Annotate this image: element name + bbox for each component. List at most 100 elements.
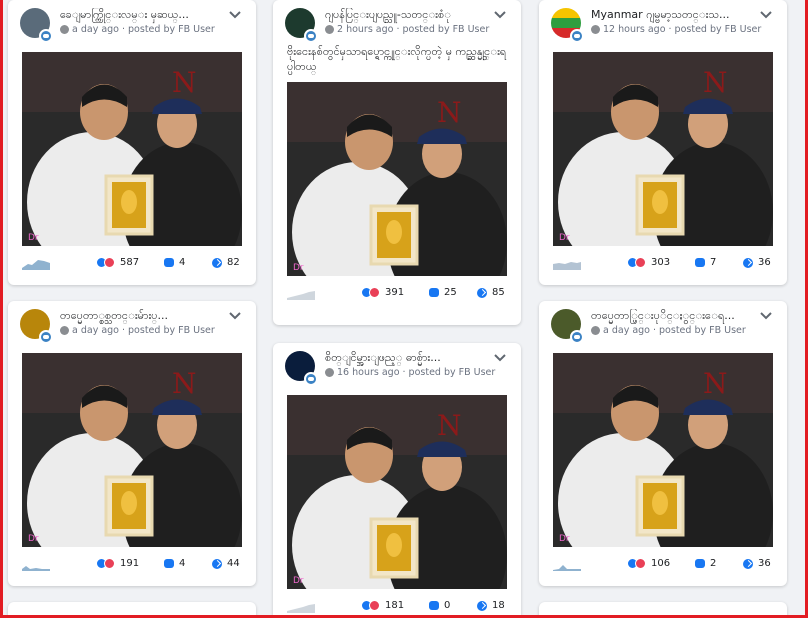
post-time[interactable]: a day ago xyxy=(603,325,650,336)
post-time[interactable]: 2 hours ago xyxy=(337,24,393,35)
shares-count[interactable]: 85 xyxy=(477,287,505,298)
comments-count[interactable]: 4 xyxy=(164,257,185,268)
page-name[interactable]: တပ္မေတာ္ပြင္းပုိင္ႏွင္းေရ... xyxy=(591,309,741,325)
reactions-count[interactable]: 587 xyxy=(96,257,139,268)
globe-icon xyxy=(60,326,69,335)
sparkline xyxy=(287,291,315,300)
comments-count[interactable]: 7 xyxy=(695,257,716,268)
love-icon xyxy=(104,257,115,268)
reactions-count[interactable]: 391 xyxy=(361,287,404,298)
sparkline xyxy=(553,565,581,571)
page-name[interactable]: တပ္မေတာ္စစ္သတင္းမ်ားပ္... xyxy=(60,309,210,325)
share-icon xyxy=(743,257,753,268)
post-image[interactable]: N Dr xyxy=(287,82,507,276)
group-badge-icon xyxy=(304,29,318,43)
post-footer: 191 4 44 xyxy=(8,547,256,581)
chevron-down-icon[interactable] xyxy=(759,10,773,20)
share-icon xyxy=(212,257,222,268)
page-name[interactable]: စိတ္ျငိမ္အားျဖည့္ ဓာစ္မ်ား... xyxy=(325,351,475,367)
shares-count[interactable]: 36 xyxy=(743,257,771,268)
reactions-count[interactable]: 181 xyxy=(361,600,404,611)
chevron-down-icon[interactable] xyxy=(493,353,507,363)
watermark: Dr xyxy=(293,263,304,273)
globe-icon xyxy=(591,326,600,335)
shares-count[interactable]: 18 xyxy=(477,600,505,611)
post-card[interactable]: ခေျမာက္ကြိုင္းလမ္း မှဆယ္... a day ago · … xyxy=(8,0,256,285)
comment-icon xyxy=(429,601,439,610)
watermark: Dr xyxy=(559,233,570,243)
love-icon xyxy=(369,287,380,298)
shares-count[interactable]: 44 xyxy=(212,558,240,569)
post-image[interactable]: N Dr xyxy=(22,52,242,246)
watermark: Dr xyxy=(559,534,570,544)
post-footer: 587 4 82 xyxy=(8,246,256,280)
comments-count[interactable]: 25 xyxy=(429,287,457,298)
post-card[interactable]: တပ္မေတာ္ပြင္းပုိင္ႏွင္းေရ... a day ago ·… xyxy=(539,301,787,586)
post-card[interactable] xyxy=(539,602,787,618)
post-header: ခေျမာက္ကြိုင္းလမ္း မှဆယ္... a day ago · … xyxy=(8,0,256,43)
post-time[interactable]: 16 hours ago xyxy=(337,367,400,378)
post-time[interactable]: a day ago xyxy=(72,325,119,336)
posted-by: posted by FB User xyxy=(659,325,746,336)
watermark: Dr xyxy=(28,534,39,544)
sparkline xyxy=(22,260,50,270)
shares-count[interactable]: 36 xyxy=(743,558,771,569)
page-name[interactable]: ခေျမာက္ကြိုင္းလမ္း မှဆယ္... xyxy=(60,8,210,24)
post-meta: 16 hours ago · posted by FB User xyxy=(325,367,495,378)
globe-icon xyxy=(60,25,69,34)
post-footer: 391 25 85 xyxy=(273,276,521,310)
globe-icon xyxy=(591,25,600,34)
posted-by: posted by FB User xyxy=(402,24,490,35)
post-card[interactable] xyxy=(8,602,256,618)
chevron-down-icon[interactable] xyxy=(228,10,242,20)
svg-text:N: N xyxy=(172,367,197,400)
comments-count[interactable]: 2 xyxy=(695,558,716,569)
love-icon xyxy=(635,558,646,569)
globe-icon xyxy=(325,368,334,377)
group-badge-icon xyxy=(570,330,584,344)
post-card[interactable]: တပ္မေတာ္စစ္သတင္းမ်ားပ္... a day ago · po… xyxy=(8,301,256,586)
post-footer: 106 2 36 xyxy=(539,547,787,581)
post-header: စိတ္ျငိမ္အားျဖည့္ ဓာစ္မ်ား... 16 hours a… xyxy=(273,343,521,386)
posted-by: posted by FB User xyxy=(128,24,215,35)
comments-count[interactable]: 0 xyxy=(429,600,450,611)
svg-text:N: N xyxy=(703,367,728,400)
group-badge-icon xyxy=(304,372,318,386)
sparkline xyxy=(287,604,315,613)
svg-text:N: N xyxy=(437,96,462,129)
photo-illustration: N Dr xyxy=(287,395,507,589)
share-icon xyxy=(212,558,222,569)
post-card[interactable]: စိတ္ျငိမ္အားျဖည့္ ဓာစ္မ်ား... 16 hours a… xyxy=(273,343,521,618)
post-image[interactable]: N Dr xyxy=(22,353,242,547)
chevron-down-icon[interactable] xyxy=(493,10,507,20)
svg-text:N: N xyxy=(172,66,197,99)
post-card[interactable]: Myanmar ဂျမ္ဗမာ့သတင္းသ... 12 hours ago ·… xyxy=(539,0,787,285)
comments-count[interactable]: 4 xyxy=(164,558,185,569)
post-meta: a day ago · posted by FB User xyxy=(591,325,746,336)
post-image[interactable]: N Dr xyxy=(553,353,773,547)
post-header: ဂျပန်ပြင္းပျပည္သူ-သတင္းစံု 2 hours ago ·… xyxy=(273,0,521,43)
reactions-count[interactable]: 303 xyxy=(627,257,670,268)
post-image[interactable]: N Dr xyxy=(553,52,773,246)
photo-illustration: N Dr xyxy=(22,52,242,246)
love-icon xyxy=(104,558,115,569)
posted-by: posted by FB User xyxy=(674,24,762,35)
photo-illustration: N Dr xyxy=(22,353,242,547)
reactions-count[interactable]: 191 xyxy=(96,558,139,569)
post-time[interactable]: a day ago xyxy=(72,24,119,35)
page-name[interactable]: Myanmar ဂျမ္ဗမာ့သတင္းသ... xyxy=(591,8,741,24)
post-image[interactable]: N Dr xyxy=(287,395,507,589)
photo-illustration: N Dr xyxy=(553,52,773,246)
shares-count[interactable]: 82 xyxy=(212,257,240,268)
post-meta: a day ago · posted by FB User xyxy=(60,24,215,35)
post-time[interactable]: 12 hours ago xyxy=(603,24,666,35)
share-icon xyxy=(477,287,487,298)
chevron-down-icon[interactable] xyxy=(759,311,773,321)
post-caption: ဗိုးငေးနစ်တွင်မှသာရပ္ရောင္ကုုင္းလိုက္ပတဲ… xyxy=(287,45,507,73)
reactions-count[interactable]: 106 xyxy=(627,558,670,569)
page-name[interactable]: ဂျပန်ပြင္းပျပည္သူ-သတင္းစံု xyxy=(325,8,475,24)
chevron-down-icon[interactable] xyxy=(228,311,242,321)
share-icon xyxy=(477,600,487,611)
posted-by: posted by FB User xyxy=(128,325,215,336)
post-card[interactable]: ဂျပန်ပြင္းပျပည္သူ-သတင္းစံု 2 hours ago ·… xyxy=(273,0,521,325)
